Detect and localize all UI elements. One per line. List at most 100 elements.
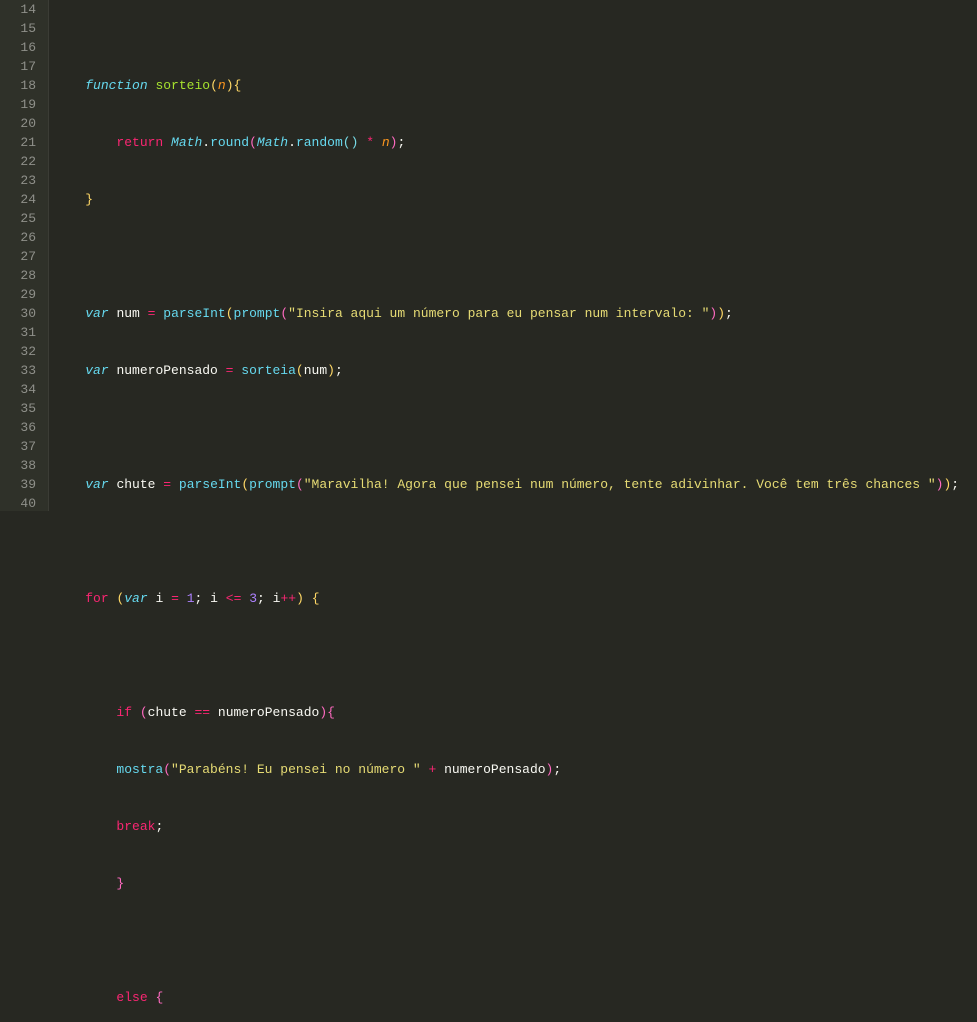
code-line[interactable] <box>54 532 977 551</box>
paren-open: ( <box>163 762 171 777</box>
code-line[interactable] <box>54 418 977 437</box>
object-math: Math <box>257 135 288 150</box>
code-line[interactable]: } <box>54 874 977 893</box>
semicolon: ; <box>725 306 733 321</box>
line-number: 35 <box>8 399 36 418</box>
identifier: numeroPensado <box>116 363 217 378</box>
string-literal: "Maravilha! Agora que pensei num número,… <box>304 477 936 492</box>
semicolon: ; <box>553 762 561 777</box>
code-line[interactable]: } <box>54 190 977 209</box>
paren-open: ( <box>296 363 304 378</box>
line-number: 24 <box>8 190 36 209</box>
keyword-else: else <box>116 990 147 1005</box>
paren-open: ( <box>280 306 288 321</box>
code-line[interactable]: mostra("Parabéns! Eu pensei no número " … <box>54 760 977 779</box>
code-line[interactable] <box>54 931 977 950</box>
line-number: 30 <box>8 304 36 323</box>
paren-close: ) <box>717 306 725 321</box>
semicolon: ; <box>397 135 405 150</box>
operator-plus: + <box>429 762 437 777</box>
line-number: 40 <box>8 494 36 513</box>
keyword-var: var <box>124 591 147 606</box>
identifier: chute <box>116 477 155 492</box>
object-math: Math <box>171 135 202 150</box>
paren-open: ( <box>140 705 148 720</box>
identifier: chute <box>148 705 187 720</box>
code-area[interactable]: function sorteio(n){ return Math.round(M… <box>48 0 977 511</box>
line-number: 15 <box>8 19 36 38</box>
number-literal: 1 <box>187 591 195 606</box>
fold-ruler <box>48 0 49 511</box>
operator-star: * <box>366 135 374 150</box>
code-line[interactable]: return Math.round(Math.random() * n); <box>54 133 977 152</box>
paren-close: ) <box>296 591 304 606</box>
line-number: 38 <box>8 456 36 475</box>
identifier: n <box>382 135 390 150</box>
brace-open: { <box>312 591 320 606</box>
paren-open: ( <box>249 135 257 150</box>
code-line[interactable]: for (var i = 1; i <= 3; i++) { <box>54 589 977 608</box>
line-number: 36 <box>8 418 36 437</box>
line-number: 31 <box>8 323 36 342</box>
identifier: i <box>210 591 218 606</box>
identifier: num <box>116 306 139 321</box>
code-line[interactable]: var numeroPensado = sorteia(num); <box>54 361 977 380</box>
code-line[interactable]: function sorteio(n){ <box>54 76 977 95</box>
semicolon: ; <box>257 591 265 606</box>
line-number: 32 <box>8 342 36 361</box>
identifier: numeroPensado <box>218 705 319 720</box>
line-number: 28 <box>8 266 36 285</box>
code-editor[interactable]: 14 15 16 17 18 19 20 21 22 23 24 25 26 2… <box>0 0 977 511</box>
line-number: 39 <box>8 475 36 494</box>
semicolon: ; <box>951 477 959 492</box>
semicolon: ; <box>195 591 203 606</box>
paren-close: ) <box>546 762 554 777</box>
parameter: n <box>218 78 226 93</box>
line-number: 25 <box>8 209 36 228</box>
code-line[interactable] <box>54 247 977 266</box>
paren-open: ( <box>116 591 124 606</box>
brace-open: { <box>234 78 242 93</box>
line-number: 18 <box>8 76 36 95</box>
line-number: 27 <box>8 247 36 266</box>
operator-eq: = <box>171 591 179 606</box>
line-number: 22 <box>8 152 36 171</box>
dot: . <box>202 135 210 150</box>
paren-open: ( <box>210 78 218 93</box>
function-call: sorteia <box>241 363 296 378</box>
keyword-for: for <box>85 591 108 606</box>
code-line[interactable]: else { <box>54 988 977 1007</box>
line-number: 23 <box>8 171 36 190</box>
identifier: i <box>155 591 163 606</box>
paren-close: ) <box>226 78 234 93</box>
code-line[interactable]: var num = parseInt(prompt("Insira aqui u… <box>54 304 977 323</box>
keyword-var: var <box>85 306 108 321</box>
string-literal: "Parabéns! Eu pensei no número " <box>171 762 421 777</box>
operator-eq: = <box>163 477 171 492</box>
brace-close: } <box>116 876 124 891</box>
line-number: 26 <box>8 228 36 247</box>
code-line[interactable] <box>54 646 977 665</box>
code-line[interactable]: break; <box>54 817 977 836</box>
keyword-function: function <box>85 78 147 93</box>
paren-close: ) <box>351 135 359 150</box>
function-name: sorteio <box>155 78 210 93</box>
keyword-var: var <box>85 477 108 492</box>
line-number: 17 <box>8 57 36 76</box>
paren-open: ( <box>241 477 249 492</box>
brace-close: } <box>85 192 93 207</box>
code-line[interactable]: if (chute == numeroPensado){ <box>54 703 977 722</box>
paren-open: ( <box>226 306 234 321</box>
code-line[interactable]: var chute = parseInt(prompt("Maravilha! … <box>54 475 977 494</box>
line-number: 34 <box>8 380 36 399</box>
string-literal: "Insira aqui um número para eu pensar nu… <box>288 306 709 321</box>
keyword-return: return <box>116 135 163 150</box>
paren-open: ( <box>296 477 304 492</box>
function-call: prompt <box>249 477 296 492</box>
brace-open: { <box>155 990 163 1005</box>
operator-pp: ++ <box>280 591 296 606</box>
line-number: 16 <box>8 38 36 57</box>
paren-close: ) <box>319 705 327 720</box>
line-number: 19 <box>8 95 36 114</box>
operator-eq: = <box>148 306 156 321</box>
